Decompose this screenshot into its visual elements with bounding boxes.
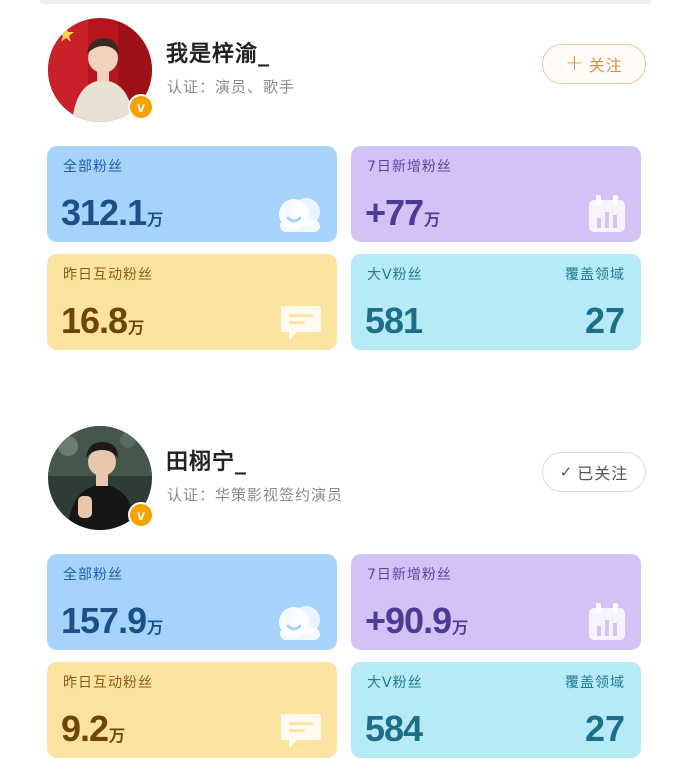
coverage-value: 27 xyxy=(584,708,625,749)
follow-button-label: 关注 xyxy=(588,56,623,75)
new-fans-7d-card[interactable]: 7日新增粉丝 +77 万 xyxy=(351,146,641,242)
coverage-value: 27 xyxy=(584,300,625,341)
profile-header: v 田栩宁_ 认证：华策影视签约演员 ✓ 已关注 xyxy=(46,426,646,536)
big-v-fans-card[interactable]: 大V粉丝 覆盖领域 584 27 xyxy=(351,662,641,758)
yesterday-interact-label: 昨日互动粉丝 xyxy=(63,675,153,691)
followed-button[interactable]: ✓ 已关注 xyxy=(542,452,646,492)
new-fans-7d-value: +77 万 xyxy=(365,192,441,233)
avatar[interactable]: v xyxy=(48,18,154,122)
coverage-label: 覆盖领域 xyxy=(565,675,625,691)
yesterday-interact-card[interactable]: 昨日互动粉丝 9.2 万 xyxy=(47,662,337,758)
new-fans-7d-label: 7日新增粉丝 xyxy=(367,567,452,583)
avatar[interactable]: v xyxy=(48,426,154,530)
check-icon: ✓ xyxy=(559,463,574,481)
new-fans-7d-value: +90.9 万 xyxy=(365,600,469,641)
big-v-fans-label: 大V粉丝 xyxy=(367,675,423,691)
certification-text: 认证：演员、歌手 xyxy=(167,78,296,96)
yesterday-interact-card[interactable]: 昨日互动粉丝 16.8 万 xyxy=(47,254,337,350)
user-name[interactable]: 我是梓渝_ xyxy=(166,36,270,68)
fans-icon xyxy=(279,198,320,232)
big-v-fans-label: 大V粉丝 xyxy=(367,267,423,283)
calendar-icon xyxy=(589,603,625,640)
total-fans-value: 312.1 万 xyxy=(61,192,164,233)
top-divider xyxy=(40,0,652,4)
big-v-fans-value: 584 xyxy=(365,708,423,749)
plus-icon: + xyxy=(565,51,585,76)
total-fans-label: 全部粉丝 xyxy=(63,567,123,583)
big-v-fans-value: 581 xyxy=(365,300,423,341)
user-name[interactable]: 田栩宁_ xyxy=(166,444,247,476)
certification-text: 认证：华策影视签约演员 xyxy=(167,486,344,504)
comment-icon xyxy=(281,306,321,340)
total-fans-card[interactable]: 全部粉丝 157.9 万 xyxy=(47,554,337,650)
yesterday-interact-value: 9.2 万 xyxy=(61,708,126,749)
fan-stats-grid: 全部粉丝 157.9万 7日新增粉丝 +90.9万 昨日互动粉丝 9.2万 xyxy=(47,554,641,758)
fans-icon xyxy=(279,606,320,640)
calendar-icon xyxy=(589,195,625,232)
follow-button[interactable]: + 关注 xyxy=(542,44,646,84)
coverage-label: 覆盖领域 xyxy=(565,267,625,283)
profile-header: v 我是梓渝_ 认证：演员、歌手 + 关注 xyxy=(46,18,646,128)
big-v-fans-card[interactable]: 大V粉丝 覆盖领域 581 27 xyxy=(351,254,641,350)
total-fans-label: 全部粉丝 xyxy=(63,159,123,175)
comment-icon xyxy=(281,714,321,748)
yesterday-interact-label: 昨日互动粉丝 xyxy=(63,267,153,283)
new-fans-7d-label: 7日新增粉丝 xyxy=(367,159,452,175)
new-fans-7d-card[interactable]: 7日新增粉丝 +90.9 万 xyxy=(351,554,641,650)
total-fans-card[interactable]: 全部粉丝 312.1 万 xyxy=(47,146,337,242)
verified-badge-icon: v xyxy=(128,94,154,120)
total-fans-value: 157.9 万 xyxy=(61,600,164,641)
follow-button-label: 已关注 xyxy=(577,464,629,483)
fan-stats-grid: 全部粉丝 312.1万 7日新增粉丝 +77万 昨日互动粉丝 16.8万 xyxy=(47,146,641,350)
verified-badge-icon: v xyxy=(128,502,154,528)
yesterday-interact-value: 16.8 万 xyxy=(61,300,145,341)
